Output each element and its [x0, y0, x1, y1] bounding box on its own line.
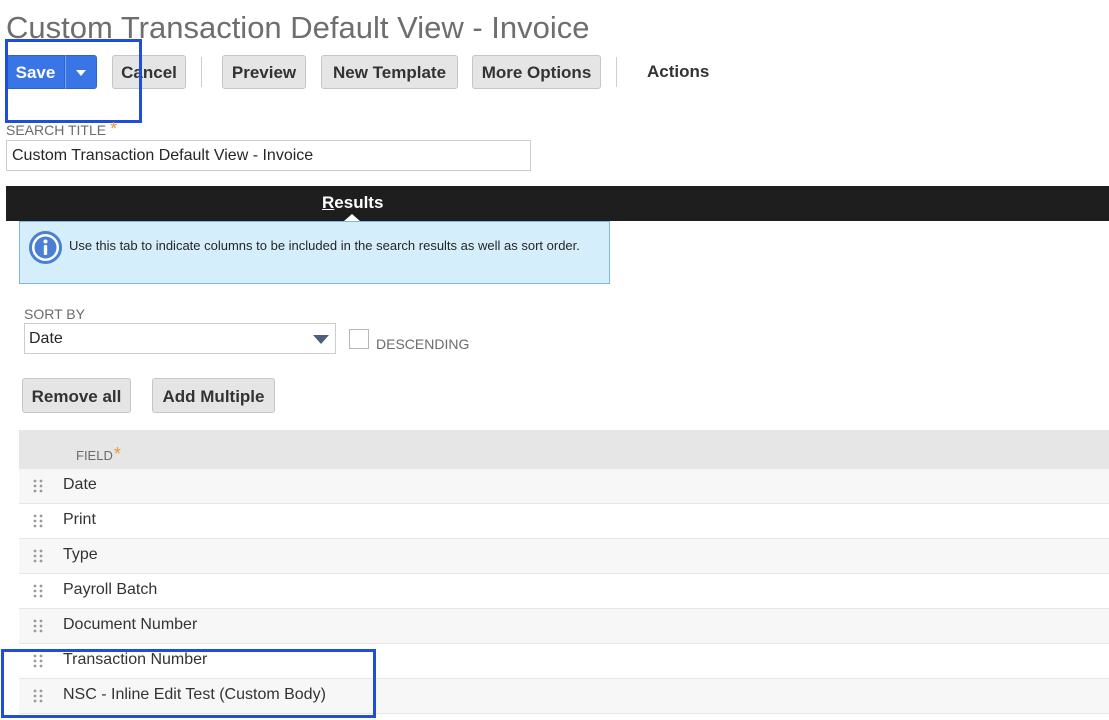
- toolbar-divider: [201, 57, 202, 87]
- search-title-label-text: SEARCH TITLE: [6, 122, 107, 138]
- drag-handle-icon[interactable]: [33, 549, 43, 563]
- add-multiple-button[interactable]: Add Multiple: [152, 378, 275, 413]
- new-template-button[interactable]: New Template: [321, 55, 458, 89]
- cancel-button[interactable]: Cancel: [112, 55, 186, 89]
- preview-button[interactable]: Preview: [222, 55, 306, 89]
- actions-menu[interactable]: Actions: [647, 55, 709, 89]
- sort-by-select[interactable]: Date: [24, 323, 336, 354]
- info-message: Use this tab to indicate columns to be i…: [19, 221, 610, 284]
- page: Custom Transaction Default View - Invoic…: [0, 0, 1109, 720]
- caret-down-icon: [313, 335, 329, 344]
- table-row[interactable]: Transaction Number: [19, 644, 1109, 679]
- tab-bar: Results: [6, 186, 1109, 221]
- field-cell: Print: [63, 511, 96, 528]
- info-text: Use this tab to indicate columns to be i…: [69, 238, 580, 253]
- required-asterisk: *: [113, 444, 121, 464]
- required-asterisk: *: [110, 119, 118, 139]
- drag-handle-icon[interactable]: [33, 619, 43, 633]
- search-title-label: SEARCH TITLE *: [6, 119, 117, 140]
- descending-label: DESCENDING: [376, 336, 470, 352]
- drag-handle-icon[interactable]: [33, 584, 43, 598]
- page-title: Custom Transaction Default View - Invoic…: [6, 10, 590, 45]
- sort-by-label: SORT BY: [24, 306, 85, 322]
- results-fields-table: FIELD* Date Print Type Payroll Batch Doc…: [19, 430, 1109, 714]
- table-row[interactable]: Type: [19, 539, 1109, 574]
- drag-handle-icon[interactable]: [33, 479, 43, 493]
- save-button[interactable]: Save: [6, 55, 65, 89]
- search-title-input[interactable]: [6, 140, 531, 171]
- field-cell: Document Number: [63, 616, 198, 633]
- save-menu-button[interactable]: [65, 55, 97, 89]
- sort-by-value: Date: [29, 330, 63, 347]
- column-header-field: FIELD*: [76, 444, 121, 465]
- more-options-button[interactable]: More Options: [472, 55, 601, 89]
- drag-handle-icon[interactable]: [33, 514, 43, 528]
- field-cell: NSC - Inline Edit Test (Custom Body): [63, 686, 326, 703]
- active-tab-pointer: [344, 214, 360, 221]
- table-row[interactable]: Date: [19, 469, 1109, 504]
- remove-all-button[interactable]: Remove all: [22, 378, 131, 413]
- tab-results-label: esults: [334, 193, 384, 212]
- toolbar-divider: [616, 57, 617, 87]
- field-cell: Type: [63, 546, 98, 563]
- tab-results-accesskey: R: [322, 193, 335, 212]
- table-header: FIELD*: [19, 430, 1109, 469]
- table-row[interactable]: NSC - Inline Edit Test (Custom Body): [19, 679, 1109, 714]
- descending-checkbox[interactable]: [349, 329, 369, 349]
- field-cell: Date: [63, 476, 97, 493]
- field-cell: Transaction Number: [63, 651, 208, 668]
- tab-results[interactable]: Results: [322, 193, 383, 213]
- drag-handle-icon[interactable]: [33, 654, 43, 668]
- table-row[interactable]: Print: [19, 504, 1109, 539]
- column-header-field-text: FIELD: [76, 448, 113, 463]
- field-cell: Payroll Batch: [63, 581, 158, 598]
- table-row[interactable]: Document Number: [19, 609, 1109, 644]
- caret-down-icon: [76, 69, 86, 76]
- table-row[interactable]: Payroll Batch: [19, 574, 1109, 609]
- info-circle-icon: [29, 231, 62, 264]
- drag-handle-icon[interactable]: [33, 689, 43, 703]
